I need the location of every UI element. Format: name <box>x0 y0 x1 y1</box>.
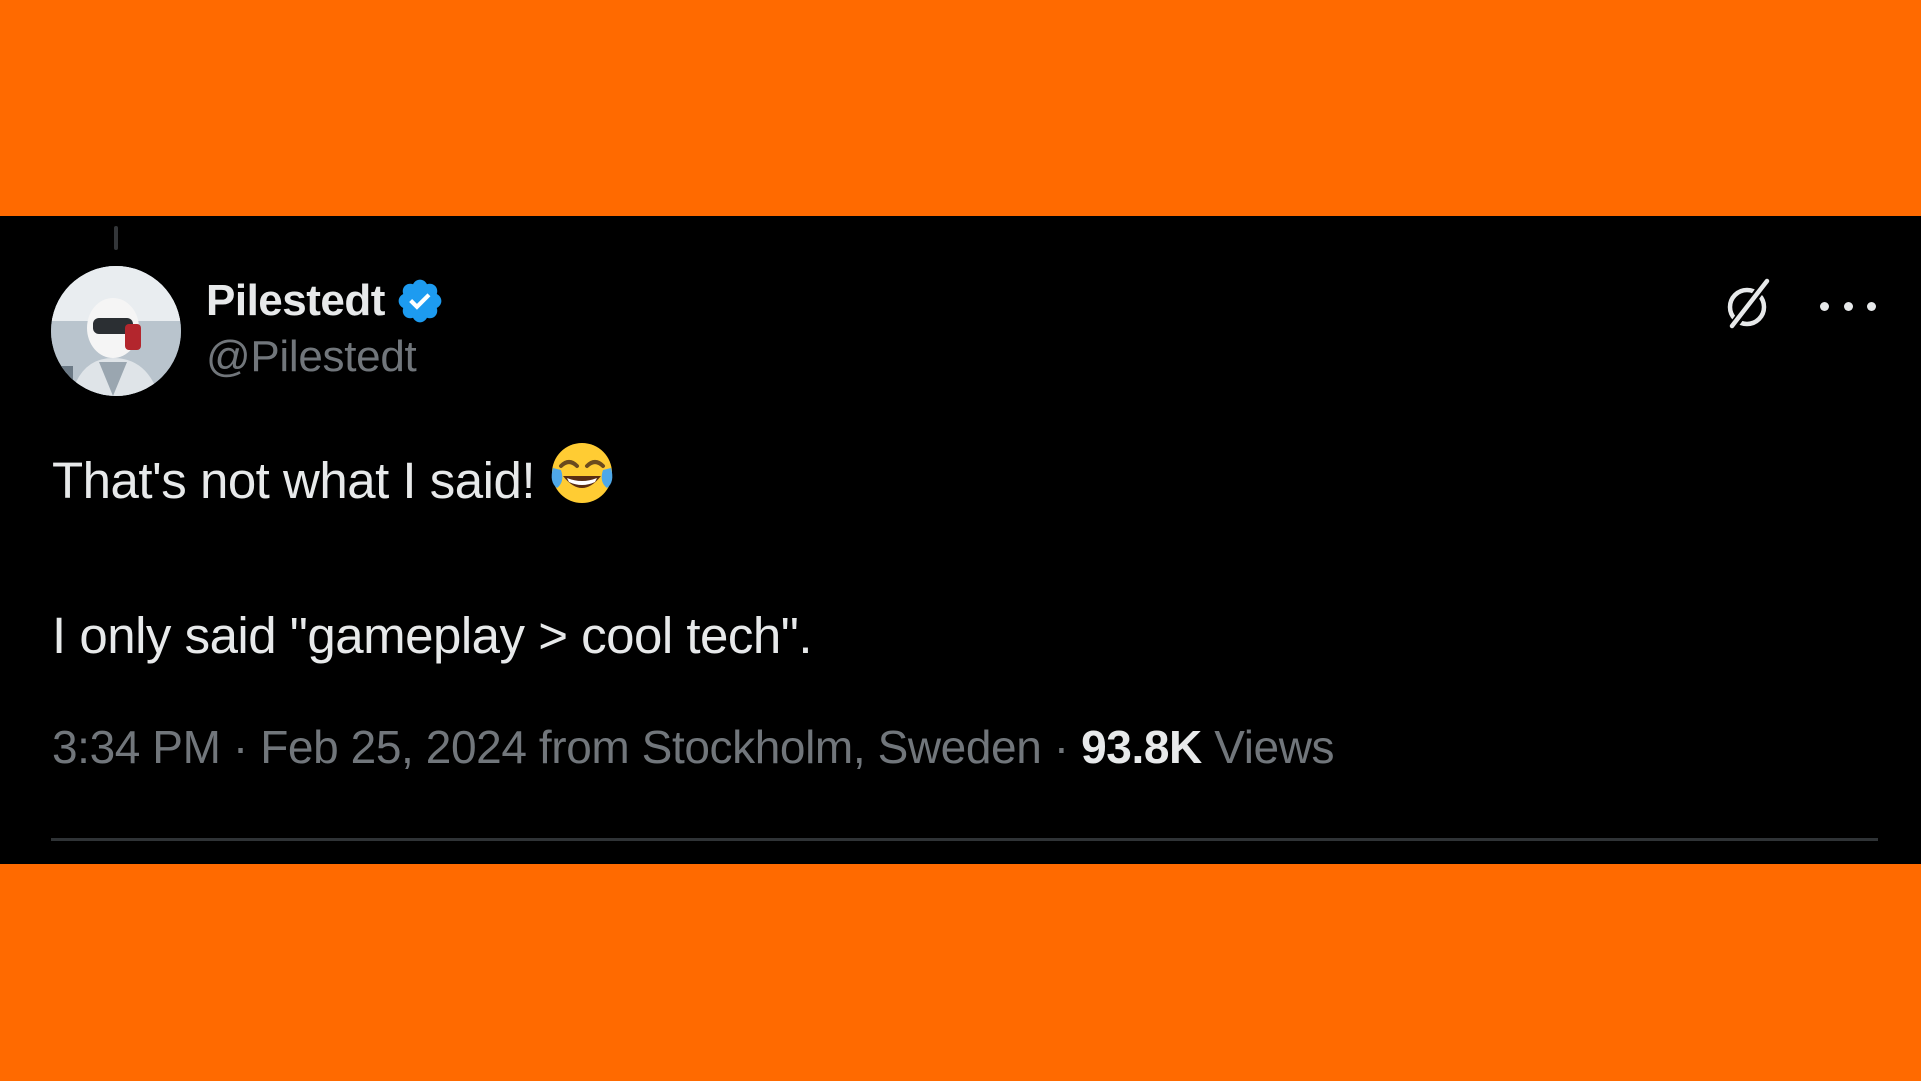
tweet-date[interactable]: Feb 25, 2024 <box>260 721 527 773</box>
views-label: Views <box>1201 721 1335 773</box>
more-dot <box>1843 301 1853 311</box>
verified-badge-icon[interactable] <box>395 276 445 326</box>
top-frame-band <box>0 0 1921 216</box>
views-count: 93.8K <box>1081 721 1202 773</box>
tweet-text-line-1: That's not what I said! <box>52 438 1872 512</box>
avatar[interactable] <box>51 266 181 396</box>
meta-separator: · <box>220 721 261 773</box>
more-dot <box>1867 301 1876 311</box>
more-dot <box>1820 301 1829 311</box>
divider <box>51 838 1878 841</box>
avatar-image <box>51 266 181 396</box>
author-display-name[interactable]: Pilestedt <box>206 276 385 326</box>
more-options-icon[interactable] <box>1820 286 1876 326</box>
tweet-time[interactable]: 3:34 PM <box>52 721 221 773</box>
bottom-frame-band <box>0 864 1921 1081</box>
tweet-meta-row: 3:34 PM · Feb 25, 2024 from Stockholm, S… <box>52 720 1335 774</box>
tweet-text-line-2: I only said "gameplay > cool tech". <box>52 607 813 664</box>
tweet-location: from Stockholm, Sweden <box>526 721 1042 773</box>
thread-connector-line <box>114 226 118 250</box>
tweet-text: That's not what I said! I only said "gam… <box>52 438 1872 667</box>
face-with-tears-of-joy-emoji-icon <box>547 438 617 508</box>
grok-icon[interactable] <box>1720 276 1778 334</box>
meta-separator: · <box>1041 721 1082 773</box>
tweet-card: Pilestedt @Pilestedt That's not what I s… <box>0 216 1921 864</box>
author-handle[interactable]: @Pilestedt <box>206 332 417 382</box>
author-name-row[interactable]: Pilestedt <box>206 271 445 331</box>
tweet-text-line-1-content: That's not what I said! <box>52 452 536 509</box>
